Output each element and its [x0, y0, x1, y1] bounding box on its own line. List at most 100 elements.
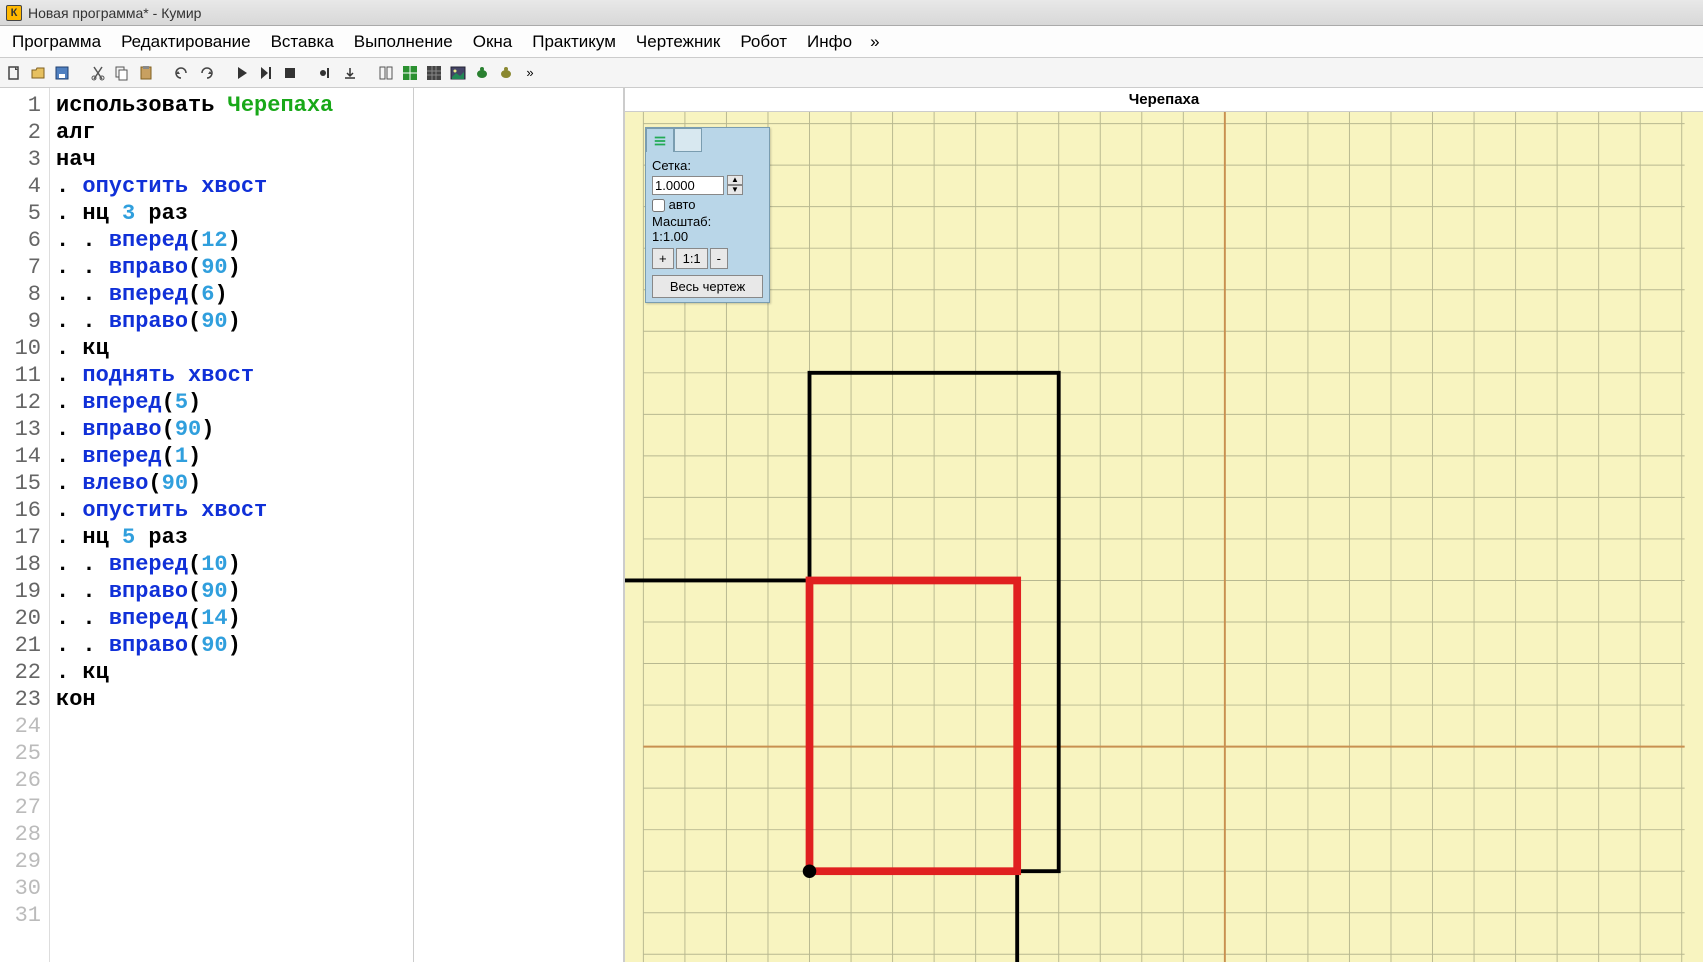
menu-чертежник[interactable]: Чертежник [628, 28, 728, 56]
grid-spinner-up[interactable]: ▲ [727, 175, 743, 185]
auto-label: авто [669, 197, 696, 212]
code-editor[interactable]: использовать Черепахаалгнач. опустить хв… [50, 88, 413, 962]
panel-tab-menu[interactable] [646, 128, 674, 152]
menubar: ПрограммаРедактированиеВставкаВыполнение… [0, 26, 1703, 58]
line-number: 23 [0, 686, 41, 713]
code-line[interactable]: . . вправо(90) [56, 254, 407, 281]
line-number: 20 [0, 605, 41, 632]
zoom-in-button[interactable]: + [652, 248, 674, 269]
line-number: 9 [0, 308, 41, 335]
line-number: 4 [0, 173, 41, 200]
line-number: 30 [0, 875, 41, 902]
code-line[interactable]: . вправо(90) [56, 416, 407, 443]
code-line[interactable]: . . вправо(90) [56, 308, 407, 335]
intersection-highlight [810, 580, 1018, 871]
code-line[interactable]: . вперед(1) [56, 443, 407, 470]
scale-label: Масштаб: [652, 214, 763, 229]
code-line[interactable]: . . вперед(12) [56, 227, 407, 254]
line-number: 10 [0, 335, 41, 362]
code-line[interactable]: . влево(90) [56, 470, 407, 497]
editor-pane: 1234567891011121314151617181920212223242… [0, 88, 625, 962]
dark-grid-icon[interactable] [424, 63, 444, 83]
code-line[interactable]: кон [56, 686, 407, 713]
line-number: 24 [0, 713, 41, 740]
zoom-out-button[interactable]: - [710, 248, 728, 269]
line-number: 22 [0, 659, 41, 686]
code-line[interactable]: . кц [56, 335, 407, 362]
save-file-icon[interactable] [52, 63, 72, 83]
control-panel: Сетка: ▲ ▼ авто Масштаб: 1:1.00 [645, 127, 770, 303]
zoom-reset-button[interactable]: 1:1 [676, 248, 708, 269]
menu-overflow[interactable]: » [864, 28, 885, 56]
green-grid-icon[interactable] [400, 63, 420, 83]
undo-icon[interactable] [172, 63, 192, 83]
code-line[interactable]: . . вправо(90) [56, 632, 407, 659]
turtle-olive-icon[interactable] [496, 63, 516, 83]
code-line[interactable]: . нц 5 раз [56, 524, 407, 551]
code-line[interactable]: . . вперед(14) [56, 605, 407, 632]
code-line[interactable]: . опустить хвост [56, 497, 407, 524]
menu-практикум[interactable]: Практикум [524, 28, 624, 56]
panel-tab-blank[interactable] [674, 128, 702, 152]
line-number: 12 [0, 389, 41, 416]
code-line[interactable]: . . вперед(6) [56, 281, 407, 308]
line-number: 3 [0, 146, 41, 173]
fit-drawing-button[interactable]: Весь чертеж [652, 275, 763, 298]
step-out-icon[interactable] [340, 63, 360, 83]
code-line[interactable]: использовать Черепаха [56, 92, 407, 119]
line-number: 15 [0, 470, 41, 497]
line-number: 25 [0, 740, 41, 767]
menu-программа[interactable]: Программа [4, 28, 109, 56]
line-number: 6 [0, 227, 41, 254]
line-number: 8 [0, 281, 41, 308]
grid-spinner-down[interactable]: ▼ [727, 185, 743, 195]
menu-редактирование[interactable]: Редактирование [113, 28, 259, 56]
menu-выполнение[interactable]: Выполнение [346, 28, 461, 56]
menu-вставка[interactable]: Вставка [263, 28, 342, 56]
code-line[interactable]: нач [56, 146, 407, 173]
menu-icon [653, 134, 667, 148]
grid-value-input[interactable] [652, 176, 724, 195]
redo-icon[interactable] [196, 63, 216, 83]
code-line[interactable]: . . вправо(90) [56, 578, 407, 605]
stop-icon[interactable] [280, 63, 300, 83]
grid-label: Сетка: [652, 158, 763, 173]
code-line[interactable]: . поднять хвост [56, 362, 407, 389]
auto-checkbox[interactable] [652, 199, 665, 212]
code-line[interactable]: . вперед(5) [56, 389, 407, 416]
line-number: 5 [0, 200, 41, 227]
line-number: 17 [0, 524, 41, 551]
menu-инфо[interactable]: Инфо [799, 28, 860, 56]
code-line[interactable]: . нц 3 раз [56, 200, 407, 227]
menu-робот[interactable]: Робот [732, 28, 795, 56]
code-line[interactable]: . опустить хвост [56, 173, 407, 200]
picture-icon[interactable] [448, 63, 468, 83]
turtle-pane: Черепаха Сетка: ▲ ▼ [625, 88, 1703, 962]
editor-margin [413, 88, 623, 962]
toolbar-overflow[interactable]: » [520, 63, 540, 83]
new-file-icon[interactable] [4, 63, 24, 83]
run-icon[interactable] [232, 63, 252, 83]
menu-окна[interactable]: Окна [465, 28, 521, 56]
code-line[interactable]: . кц [56, 659, 407, 686]
code-line[interactable]: . . вперед(10) [56, 551, 407, 578]
line-number: 27 [0, 794, 41, 821]
turtle-canvas[interactable] [625, 112, 1703, 962]
breakpoint-icon[interactable] [316, 63, 336, 83]
toolbar: » [0, 58, 1703, 88]
cut-icon[interactable] [88, 63, 108, 83]
line-gutter: 1234567891011121314151617181920212223242… [0, 88, 50, 962]
grid-view-icon[interactable] [376, 63, 396, 83]
open-file-icon[interactable] [28, 63, 48, 83]
line-number: 7 [0, 254, 41, 281]
scale-value: 1:1.00 [652, 229, 763, 244]
copy-icon[interactable] [112, 63, 132, 83]
turtle-green-icon[interactable] [472, 63, 492, 83]
code-line[interactable]: алг [56, 119, 407, 146]
step-icon[interactable] [256, 63, 276, 83]
line-number: 28 [0, 821, 41, 848]
line-number: 18 [0, 551, 41, 578]
paste-icon[interactable] [136, 63, 156, 83]
line-number: 31 [0, 902, 41, 929]
line-number: 13 [0, 416, 41, 443]
